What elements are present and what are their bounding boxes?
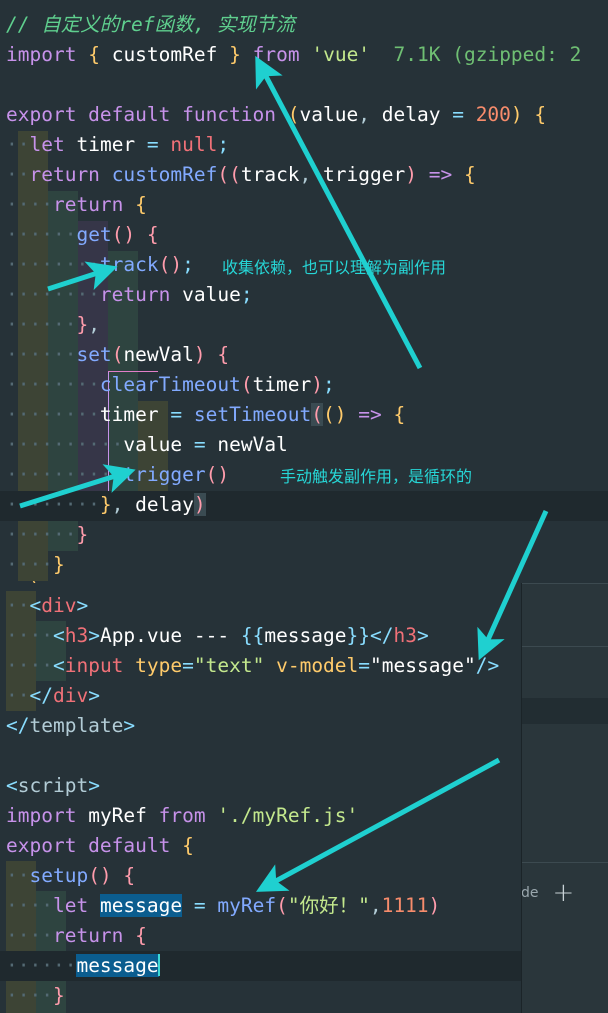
annotation-trigger: 手动触发副作用，是循环的 — [280, 467, 473, 486]
code-comment: // 自定义的ref函数, 实现节流 — [6, 13, 295, 36]
code-line: ····<h3>App.vue --- {{message}}</h3> — [6, 624, 429, 647]
code-line: export default function (value, delay = … — [6, 103, 547, 126]
code-line: ······get() { — [6, 223, 159, 246]
code-line: </template> — [6, 714, 136, 737]
code-line: ····return { — [6, 193, 147, 216]
selected-token: message — [99, 894, 183, 917]
code-line: ······}, — [6, 313, 100, 336]
code-line: ····let message = myRef("你好！",1111) — [6, 894, 441, 917]
code-line: ····<input type="text" v-model="message"… — [6, 654, 500, 677]
code-line: ····return { — [6, 924, 147, 947]
code-line: ··setup() { — [6, 864, 136, 887]
code-line: // 自定义的ref函数, 实现节流 — [0, 10, 608, 40]
code-line: import { customRef } from 'vue' 7.1K (gz… — [6, 43, 582, 66]
code-line: ··let timer = null; — [6, 133, 230, 156]
import-cost-badge: 7.1K (gzipped: 2 — [393, 43, 582, 66]
code-line: ····} — [6, 984, 65, 1007]
code-line: ··········value = newVal — [6, 433, 288, 456]
selected-token-cursor: message — [76, 954, 159, 977]
code-line: ········}, delay) — [6, 493, 206, 516]
code-line: ··</div> — [6, 684, 100, 707]
annotation-track: 收集依赖，也可以理解为副作用 — [222, 258, 447, 277]
code-line: ······} — [6, 523, 89, 546]
code-line: <script> — [6, 774, 100, 797]
text-cursor — [157, 954, 160, 976]
code-editor[interactable]: // 自定义的ref函数, 实现节流 import { customRef } … — [0, 0, 608, 1013]
code-line: ········timer = setTimeout(() => { — [6, 403, 406, 426]
code-line: ········clearTimeout(timer); — [6, 373, 335, 396]
code-line: ······message — [6, 954, 160, 977]
code-line: export default { — [6, 834, 194, 857]
code-line: ········return value; — [6, 283, 253, 306]
code-line: import myRef from './myRef.js' — [6, 804, 359, 827]
code-line: ······set(newVal) { — [6, 343, 230, 366]
code-line: ··<div> — [6, 594, 89, 617]
code-line: ··return customRef((track, trigger) => { — [6, 163, 476, 186]
